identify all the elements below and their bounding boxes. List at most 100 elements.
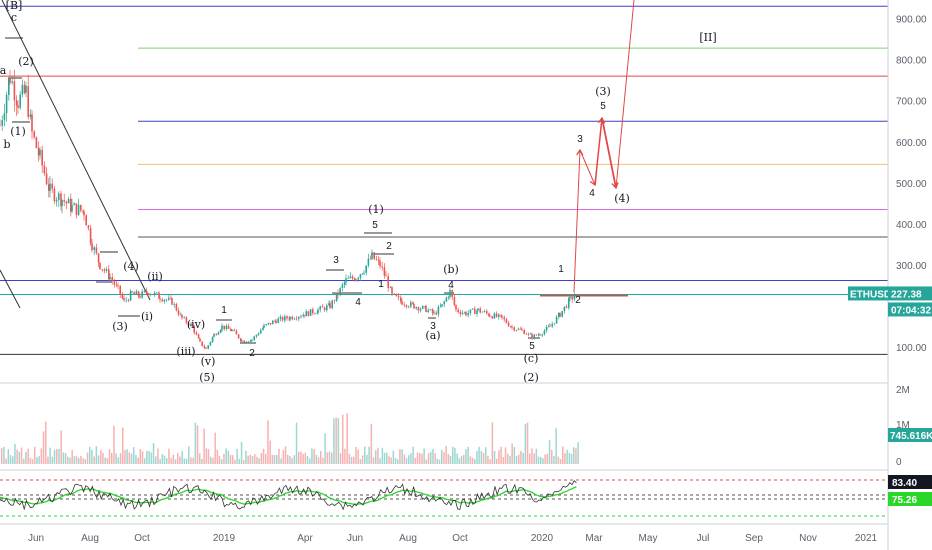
rsi-tag-text: 83.40	[892, 478, 917, 489]
volume-bar	[245, 450, 247, 464]
candle-body	[293, 318, 296, 320]
countdown-text: 07:04:32	[891, 305, 931, 316]
candle-body	[263, 325, 265, 328]
volume-bar	[276, 455, 278, 464]
candle-body	[422, 305, 424, 309]
candle-body	[521, 329, 523, 331]
candle-body	[233, 329, 235, 331]
wave-label: (a)	[425, 329, 440, 342]
time-tick-label: Sep	[745, 533, 763, 544]
candle-body	[149, 294, 151, 296]
candle-body	[255, 334, 258, 337]
volume-bar	[71, 450, 73, 464]
candle-body	[513, 327, 515, 331]
volume-bar	[80, 456, 82, 464]
volume-bar	[320, 450, 322, 464]
candle-body	[345, 278, 347, 283]
volume-bar	[383, 452, 386, 464]
candle-body	[125, 299, 127, 301]
volume-bar	[82, 458, 84, 464]
volume-pane[interactable]	[1, 413, 579, 464]
volume-bar	[177, 452, 179, 464]
volume-bar	[20, 447, 23, 464]
candle-body	[483, 311, 486, 312]
volume-bar	[326, 452, 329, 464]
volume-bar	[511, 443, 513, 464]
volume-bar	[559, 459, 562, 464]
volume-bar	[467, 446, 469, 464]
volume-axis[interactable]: 2M1M0	[896, 385, 910, 468]
volume-bar	[141, 451, 144, 464]
volume-bar	[537, 456, 540, 464]
volume-bar	[262, 448, 265, 464]
candle-body	[253, 336, 255, 340]
volume-bar	[331, 452, 333, 464]
volume-bar	[529, 453, 531, 464]
volume-bar	[238, 458, 241, 464]
volume-bar	[170, 457, 172, 464]
wave-label: a	[0, 64, 7, 77]
wave-label: 3	[577, 134, 583, 145]
volume-bar	[405, 458, 408, 464]
volume-bar	[524, 423, 527, 464]
candle-body	[195, 332, 198, 335]
volume-bar	[38, 456, 40, 464]
volume-bar	[489, 459, 491, 464]
volume-bar	[280, 458, 282, 464]
candle-body	[445, 297, 448, 302]
rsi-ma-tag-text: 75.26	[892, 495, 917, 506]
wave-label: 2	[575, 295, 581, 306]
volume-bar	[117, 457, 120, 464]
candle-body	[91, 243, 93, 251]
volume-bar	[427, 453, 430, 464]
volume-bar	[410, 453, 412, 464]
wave-label: 5	[372, 220, 378, 231]
candle-body	[245, 341, 248, 343]
volume-bar	[353, 456, 355, 464]
volume-bar	[108, 449, 111, 464]
candle-body	[361, 273, 364, 275]
candle-body	[511, 326, 513, 328]
volume-bar	[416, 452, 419, 464]
volume-bar	[476, 450, 478, 464]
candle-body	[535, 334, 538, 336]
volume-bar	[493, 450, 496, 464]
candle-body	[501, 315, 503, 318]
volume-bar	[449, 456, 452, 464]
volume-bar	[40, 448, 43, 464]
volume-bar	[452, 446, 454, 464]
volume-bars	[1, 413, 579, 464]
rsi-pane[interactable]	[0, 479, 888, 517]
volume-bar	[526, 422, 529, 464]
volume-bar	[115, 453, 117, 464]
volume-bar	[419, 453, 421, 464]
volume-bar	[179, 456, 181, 464]
candle-body	[109, 277, 111, 280]
price-chart[interactable]: [B]ca(2)(1)b(4)(ii)(3)(i)(iv)(iii)(v)(5)…	[0, 0, 932, 550]
volume-bar	[302, 453, 304, 464]
time-axis[interactable]: Jun Aug Oct 2019 Apr Jun Aug Oct 2020 Mar May Jul Se…	[28, 533, 878, 544]
candle-body	[173, 303, 175, 305]
volume-bar	[100, 450, 102, 464]
candle-body	[55, 199, 58, 202]
candle-body	[471, 308, 474, 310]
price-pane[interactable]: [B]ca(2)(1)b(4)(ii)(3)(i)(iv)(iii)(v)(5)…	[0, 0, 888, 384]
volume-bar	[267, 420, 269, 464]
time-tick-label: Jun	[28, 533, 44, 544]
candle-body	[555, 316, 558, 324]
wave-label: (b)	[443, 263, 459, 276]
volume-bar	[328, 451, 331, 464]
candle-body	[507, 323, 510, 327]
candle-body	[99, 262, 101, 270]
volume-bar	[249, 454, 252, 464]
volume-bar	[293, 455, 296, 464]
candle-body	[397, 296, 400, 298]
volume-bar	[430, 451, 432, 464]
volume-bar	[564, 453, 566, 464]
volume-bar	[25, 451, 27, 464]
candle-body	[241, 340, 243, 342]
candle-body	[486, 311, 488, 314]
wave-label: 1	[558, 264, 564, 275]
volume-bar	[212, 457, 214, 464]
volume-bar	[390, 457, 392, 464]
